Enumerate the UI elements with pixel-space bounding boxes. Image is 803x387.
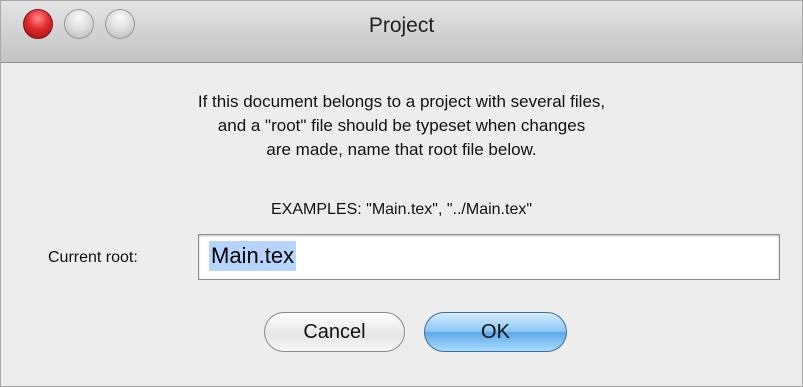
message-line: and a "root" file should be typeset when… (217, 116, 586, 135)
cancel-button[interactable]: Cancel (264, 312, 405, 352)
title-bar[interactable]: Project (1, 1, 802, 63)
message-line: are made, name that root file below. (266, 140, 537, 159)
current-root-value[interactable]: Main.tex (209, 241, 297, 271)
project-dialog-window: Project If this document belongs to a pr… (0, 0, 803, 387)
current-root-input[interactable]: Main.tex (198, 234, 780, 280)
dialog-message: If this document belongs to a project wi… (1, 90, 802, 162)
current-root-label: Current root: (48, 249, 138, 266)
message-line: If this document belongs to a project wi… (197, 92, 606, 111)
examples-text: EXAMPLES: "Main.tex", "../Main.tex" (270, 201, 533, 218)
window-title: Project (368, 14, 435, 37)
ok-button[interactable]: OK (424, 312, 567, 352)
